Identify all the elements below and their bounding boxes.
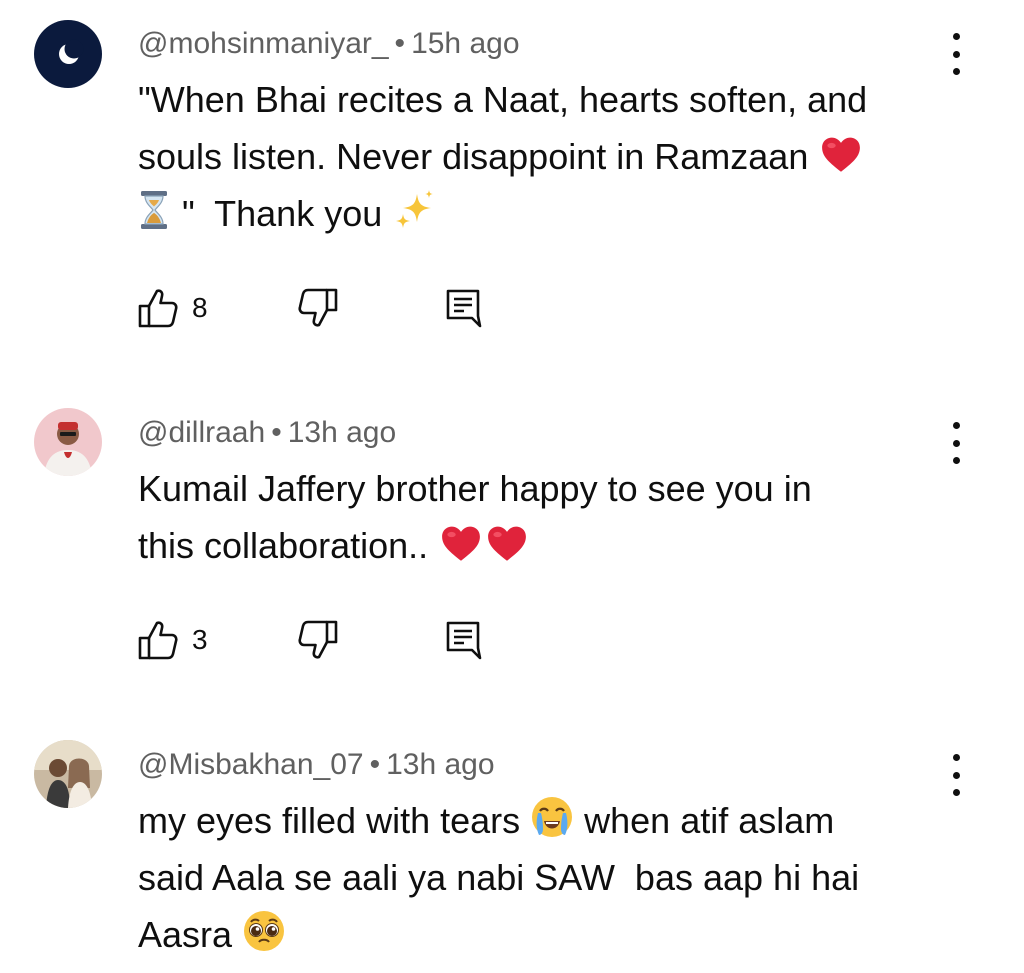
avatar[interactable] <box>34 740 102 808</box>
comment-line: " Thank you <box>138 185 938 242</box>
red-heart-icon <box>822 137 861 172</box>
comment-meta: @Misbakhan_07 • 13h ago <box>138 745 495 785</box>
comment-actions: 3 <box>136 618 536 662</box>
avatar[interactable] <box>34 20 102 88</box>
user-photo-avatar-icon <box>34 408 102 476</box>
comment-text: "When Bhai recites a Naat, hearts soften… <box>138 71 938 242</box>
pleading-face-icon <box>243 910 286 952</box>
more-vertical-icon-dot <box>952 68 960 75</box>
comment-line: my eyes filled with tears when atif asla… <box>138 792 938 849</box>
crescent-moon-avatar-icon <box>34 20 102 88</box>
comment-text: Kumail Jaffery brother happy to see you … <box>138 460 938 574</box>
dislike-button[interactable] <box>296 286 340 330</box>
meta-separator: • <box>394 27 406 60</box>
comment-line: souls listen. Never disappoint in Ramzaa… <box>138 128 938 185</box>
more-options-button[interactable] <box>940 754 972 796</box>
comment-reply-icon <box>442 618 486 662</box>
comment-line: Aasra <box>138 906 938 963</box>
meta-separator: • <box>369 748 381 781</box>
more-vertical-icon-dot <box>952 439 960 447</box>
sparkles-icon <box>396 190 434 228</box>
comment-reply-icon <box>442 286 486 330</box>
avatar[interactable] <box>34 408 102 476</box>
more-vertical-icon <box>952 754 960 761</box>
author-name[interactable]: @dillraah <box>138 416 265 449</box>
timestamp: 13h ago <box>386 748 495 781</box>
thumbs-down-icon <box>296 286 340 330</box>
red-heart-icon <box>488 526 527 561</box>
author-name[interactable]: @mohsinmaniyar_ <box>138 27 389 60</box>
comment-line-text: Aasra <box>138 914 243 955</box>
comment-line-text: when atif aslam <box>574 800 835 841</box>
comment-line-text: said Aala se aali ya nabi SAW bas aap hi… <box>138 857 860 898</box>
more-vertical-icon <box>952 422 960 429</box>
more-options-button[interactable] <box>940 422 972 464</box>
timestamp: 15h ago <box>411 27 520 60</box>
comment-line-text: "When Bhai recites a Naat, hearts soften… <box>138 79 868 120</box>
author-name[interactable]: @Misbakhan_07 <box>138 748 364 781</box>
comment-actions: 8 <box>136 286 536 330</box>
more-options-button[interactable] <box>940 33 972 75</box>
reply-button[interactable] <box>442 286 486 330</box>
timestamp: 13h ago <box>287 416 397 449</box>
meta-separator: • <box>271 416 282 449</box>
more-vertical-icon <box>952 33 960 40</box>
more-vertical-icon-dot <box>952 789 960 796</box>
red-heart-icon <box>442 526 481 561</box>
comment-line: this collaboration.. <box>138 517 938 574</box>
comment-line: Kumail Jaffery brother happy to see you … <box>138 460 938 517</box>
thumbs-up-icon <box>136 618 180 662</box>
comment-line-text: " Thank you <box>172 193 393 234</box>
reply-button[interactable] <box>442 618 486 662</box>
like-button[interactable]: 8 <box>136 286 208 330</box>
comment-line-text: Kumail Jaffery brother happy to see you … <box>138 468 812 509</box>
like-count: 3 <box>192 624 208 655</box>
comment-line: "When Bhai recites a Naat, hearts soften… <box>138 71 938 128</box>
comment-line-text: souls listen. Never disappoint in Ramzaa… <box>138 136 819 177</box>
comment-line-text: this collaboration.. <box>138 525 439 566</box>
loudly-crying-face-icon <box>531 795 574 839</box>
hourglass-icon <box>140 190 168 230</box>
user-photo-avatar-icon <box>34 740 102 808</box>
more-vertical-icon-dot <box>952 50 960 58</box>
thumbs-down-icon <box>296 618 340 662</box>
like-button[interactable]: 3 <box>136 618 208 662</box>
comment-meta: @mohsinmaniyar_ • 15h ago <box>138 24 520 64</box>
comment-line: said Aala se aali ya nabi SAW bas aap hi… <box>138 849 938 906</box>
dislike-button[interactable] <box>296 618 340 662</box>
comment-meta: @dillraah • 13h ago <box>138 413 396 453</box>
comment-line-text: my eyes filled with tears <box>138 800 531 841</box>
more-vertical-icon-dot <box>952 771 960 779</box>
like-count: 8 <box>192 292 208 323</box>
more-vertical-icon-dot <box>952 457 960 464</box>
thumbs-up-icon <box>136 286 180 330</box>
comment-text: my eyes filled with tears when atif asla… <box>138 792 938 963</box>
